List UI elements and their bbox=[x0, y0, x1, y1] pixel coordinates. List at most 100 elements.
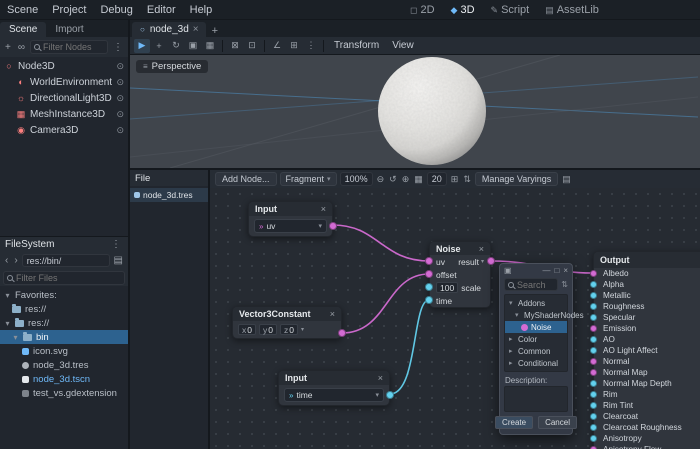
mode-2d-button[interactable]: ◻ 2D bbox=[403, 4, 442, 16]
instance-scene-icon[interactable]: ∞ bbox=[16, 42, 27, 53]
more-options-icon[interactable]: ⋮ bbox=[303, 39, 319, 53]
scale-tool-icon[interactable]: ▣ bbox=[185, 39, 201, 53]
node-title-bar[interactable]: Input × bbox=[279, 371, 389, 385]
group-icon[interactable]: ⊡ bbox=[244, 39, 260, 53]
close-icon[interactable]: × bbox=[563, 266, 568, 275]
input-port-scale[interactable] bbox=[425, 283, 433, 291]
zoom-reset-icon[interactable]: ↺ bbox=[388, 174, 398, 185]
input-port-uv[interactable] bbox=[425, 257, 433, 265]
tree-row-directionallight3d[interactable]: ☼ DirectionalLight3D ⊙ bbox=[0, 90, 128, 106]
graph-node-output[interactable]: Output Albedo Alpha Metallic Roughness S… bbox=[593, 251, 700, 449]
expand-arrow-icon[interactable]: ▸ bbox=[509, 347, 515, 355]
tab-scene[interactable]: Scene bbox=[0, 22, 46, 37]
minimize-icon[interactable]: — bbox=[542, 266, 550, 275]
create-node-dialog[interactable]: ▣ — □ × ⇅ bbox=[499, 263, 573, 435]
shader-graph[interactable]: Input × » uv ▾ bbox=[210, 188, 700, 449]
filter-nodes-input[interactable] bbox=[43, 42, 104, 52]
shader-preview-icon[interactable]: ▤ bbox=[561, 174, 572, 185]
tree-row-meshinstance3d[interactable]: ▦ MeshInstance3D ⊙ bbox=[0, 106, 128, 122]
snap-icon[interactable]: ⊞ bbox=[286, 39, 302, 53]
zoom-in-icon[interactable]: ⊕ bbox=[401, 174, 411, 185]
grid-toggle-icon[interactable]: ▦ bbox=[413, 174, 424, 185]
mode-script-button[interactable]: ✎ Script bbox=[484, 4, 537, 16]
nav-forward-icon[interactable]: › bbox=[12, 255, 19, 266]
favorites-row[interactable]: ▾ Favorites: bbox=[0, 288, 128, 302]
tree-item-noise[interactable]: Noise bbox=[505, 321, 567, 333]
visibility-icon[interactable]: ⊙ bbox=[116, 93, 124, 104]
close-tab-icon[interactable]: × bbox=[193, 24, 199, 35]
sort-icon[interactable]: ⇅ bbox=[561, 280, 568, 289]
root-row[interactable]: ▾ res:// bbox=[0, 316, 128, 330]
input-port[interactable] bbox=[590, 325, 597, 332]
input-port[interactable] bbox=[590, 402, 597, 409]
perspective-button[interactable]: ≡ Perspective bbox=[136, 60, 208, 73]
file-icon-svg-row[interactable]: icon.svg bbox=[0, 344, 128, 358]
input-kind-dropdown[interactable]: » uv ▾ bbox=[254, 219, 327, 233]
expand-arrow-icon[interactable]: ▸ bbox=[509, 359, 515, 367]
select-tool-icon[interactable]: ▶ bbox=[134, 39, 150, 53]
input-port-offset[interactable] bbox=[425, 270, 433, 278]
input-port[interactable] bbox=[590, 380, 597, 387]
mode-3d-button[interactable]: ◆ 3D bbox=[444, 4, 482, 16]
close-icon[interactable]: × bbox=[479, 244, 484, 254]
node-search-input[interactable] bbox=[517, 280, 554, 290]
cancel-button[interactable]: Cancel bbox=[538, 416, 577, 429]
visibility-icon[interactable]: ⊙ bbox=[116, 61, 124, 72]
lock-icon[interactable]: ⊠ bbox=[227, 39, 243, 53]
create-button[interactable]: Create bbox=[495, 416, 533, 429]
output-port[interactable] bbox=[386, 391, 394, 399]
menu-editor[interactable]: Editor bbox=[140, 4, 183, 16]
tree-item-myshadernodes[interactable]: ▾ MyShaderNodes bbox=[505, 309, 567, 321]
z-field[interactable]: z0 bbox=[280, 324, 298, 335]
output-port[interactable] bbox=[329, 222, 337, 230]
input-port[interactable] bbox=[590, 281, 597, 288]
y-field[interactable]: y0 bbox=[259, 324, 277, 335]
input-port[interactable] bbox=[590, 369, 597, 376]
filesystem-options-icon[interactable]: ⋮ bbox=[109, 239, 123, 250]
expand-arrow-icon[interactable]: ▸ bbox=[509, 335, 515, 343]
input-port[interactable] bbox=[590, 424, 597, 431]
dialog-title-bar[interactable]: ▣ — □ × bbox=[500, 264, 572, 277]
close-icon[interactable]: × bbox=[321, 204, 326, 214]
3d-viewport[interactable]: ≡ Perspective bbox=[130, 55, 700, 168]
input-port[interactable] bbox=[590, 358, 597, 365]
graph-node-input-uv[interactable]: Input × » uv ▾ bbox=[248, 201, 333, 237]
nav-back-icon[interactable]: ‹ bbox=[3, 255, 10, 266]
input-port[interactable] bbox=[590, 413, 597, 420]
scale-value-field[interactable]: 100 bbox=[436, 282, 458, 293]
file-node3d-tscn-row[interactable]: node_3d.tscn bbox=[0, 372, 128, 386]
current-path[interactable]: res://bin/ bbox=[22, 254, 110, 267]
mesh-sphere[interactable] bbox=[376, 55, 488, 168]
tree-item-addons[interactable]: ▾ Addons bbox=[505, 297, 567, 309]
ruler-icon[interactable]: ∠ bbox=[269, 39, 285, 53]
tree-row-camera3d[interactable]: ◉ Camera3D ⊙ bbox=[0, 122, 128, 138]
node-title-bar[interactable]: Input × bbox=[249, 202, 332, 216]
maximize-icon[interactable]: □ bbox=[554, 266, 559, 275]
node-title-bar[interactable]: Output bbox=[594, 252, 700, 268]
input-kind-dropdown[interactable]: » time ▾ bbox=[284, 388, 384, 402]
visibility-icon[interactable]: ⊙ bbox=[116, 125, 124, 136]
input-port[interactable] bbox=[590, 270, 597, 277]
x-field[interactable]: x0 bbox=[238, 324, 256, 335]
file-gdextension-row[interactable]: test_vs.gdextension bbox=[0, 386, 128, 400]
close-icon[interactable]: × bbox=[330, 309, 335, 319]
scene-options-icon[interactable]: ⋮ bbox=[111, 42, 125, 53]
graph-node-noise[interactable]: Noise × uv result ▾ bbox=[429, 241, 491, 308]
new-scene-tab-button[interactable]: + bbox=[206, 25, 224, 37]
menu-debug[interactable]: Debug bbox=[93, 4, 139, 16]
input-port[interactable] bbox=[590, 391, 597, 398]
input-port[interactable] bbox=[590, 347, 597, 354]
input-port[interactable] bbox=[590, 336, 597, 343]
expand-arrow-icon[interactable]: ▾ bbox=[515, 311, 521, 319]
shader-file-item[interactable]: node_3d.tres bbox=[130, 188, 208, 202]
graph-node-vector3constant[interactable]: Vector3Constant × x0 y0 bbox=[232, 306, 342, 339]
tree-row-node3d[interactable]: ○ Node3D ⊙ bbox=[0, 58, 128, 74]
input-port-time[interactable] bbox=[425, 296, 433, 304]
manage-varyings-button[interactable]: Manage Varyings bbox=[475, 172, 558, 186]
transform-menu[interactable]: Transform bbox=[328, 40, 385, 51]
tree-item-color[interactable]: ▸ Color bbox=[505, 333, 567, 345]
input-port[interactable] bbox=[590, 435, 597, 442]
node-title-bar[interactable]: Noise × bbox=[430, 242, 490, 255]
list-select-tool-icon[interactable]: ▦ bbox=[202, 39, 218, 53]
expand-arrow-icon[interactable]: ▾ bbox=[509, 299, 515, 307]
